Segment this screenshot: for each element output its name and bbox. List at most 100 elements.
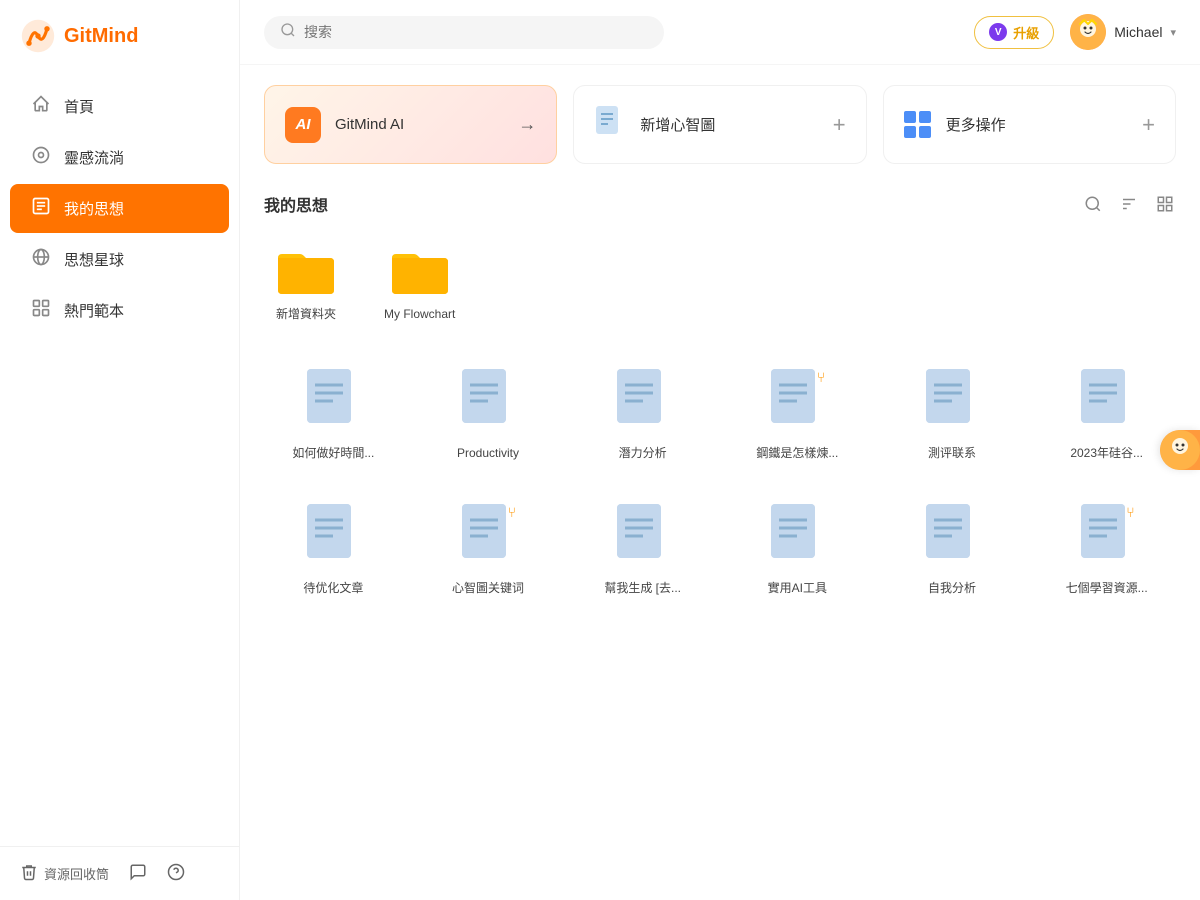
sidebar-item-hot-templates[interactable]: 熱門範本 xyxy=(10,286,229,335)
main-content: V 升級 Michael ▾ xyxy=(240,0,1200,900)
sidebar-item-inspiration-label: 靈感流淌 xyxy=(64,147,124,168)
doc-icon-self-analysis xyxy=(922,502,982,570)
section-actions xyxy=(1082,193,1176,215)
floating-avatar[interactable] xyxy=(1160,430,1200,470)
doc-icon-time-management xyxy=(303,367,363,435)
new-folder-label: 新增資料夾 xyxy=(276,306,336,323)
doc-icon-steel: ⑂ xyxy=(767,367,827,435)
search-input[interactable] xyxy=(304,24,648,40)
trash-button[interactable]: 資源回收筒 xyxy=(20,863,109,884)
file-name-silicon: 2023年硅谷... xyxy=(1070,445,1143,462)
share-badge-learning: ⑂ xyxy=(1126,504,1134,520)
sidebar-item-my-thoughts[interactable]: 我的思想 xyxy=(10,184,229,233)
list-item[interactable]: ⑂ 心智圖关键词 xyxy=(419,494,558,605)
list-item[interactable]: 如何做好時間... xyxy=(264,359,403,470)
ai-card[interactable]: AI GitMind AI → xyxy=(264,85,557,164)
list-item[interactable]: ⑂ 七個學習資源... xyxy=(1037,494,1176,605)
list-item[interactable]: 潛力分析 xyxy=(573,359,712,470)
sidebar-nav: 首頁 靈感流淌 我的思想 xyxy=(0,72,239,846)
my-flowchart-folder-icon xyxy=(390,244,450,296)
list-item[interactable]: 自我分析 xyxy=(883,494,1022,605)
chat-button[interactable] xyxy=(129,863,147,884)
more-operations-plus: + xyxy=(1142,112,1155,138)
list-item[interactable]: 實用AI工具 xyxy=(728,494,867,605)
help-icon xyxy=(167,863,185,884)
logo-text: GitMind xyxy=(64,25,138,48)
logo[interactable]: GitMind xyxy=(0,0,239,72)
ai-icon: AI xyxy=(285,107,321,143)
content-area: AI GitMind AI → 新增心智圖 + xyxy=(240,65,1200,900)
user-menu[interactable]: Michael ▾ xyxy=(1070,14,1176,50)
doc-icon-silicon xyxy=(1077,367,1137,435)
file-name-steel: 鋼鐵是怎樣煉... xyxy=(756,445,838,462)
sort-button[interactable] xyxy=(1118,193,1140,215)
header: V 升級 Michael ▾ xyxy=(240,0,1200,65)
doc-icon-review xyxy=(922,367,982,435)
share-badge-mindmap-kw: ⑂ xyxy=(508,504,516,520)
my-flowchart-folder-item[interactable]: My Flowchart xyxy=(372,236,467,331)
thought-planet-icon xyxy=(30,247,52,272)
file-name-learning-resources: 七個學習資源... xyxy=(1066,580,1148,597)
help-button[interactable] xyxy=(167,863,185,884)
new-mindmap-label: 新增心智圖 xyxy=(640,114,818,135)
upgrade-icon: V xyxy=(989,23,1007,41)
my-thoughts-section: 我的思想 xyxy=(264,192,1176,604)
sidebar: GitMind 首頁 靈感流淌 xyxy=(0,0,240,900)
my-flowchart-folder-label: My Flowchart xyxy=(384,306,455,323)
new-mindmap-doc-icon xyxy=(594,104,626,145)
quick-actions: AI GitMind AI → 新增心智圖 + xyxy=(264,85,1176,164)
file-name-productivity: Productivity xyxy=(457,445,519,462)
list-item[interactable]: 測评联系 xyxy=(883,359,1022,470)
search-files-button[interactable] xyxy=(1082,193,1104,215)
more-operations-grid-icon xyxy=(904,111,932,138)
search-icon xyxy=(280,22,296,43)
inspiration-icon xyxy=(30,145,52,170)
files-grid-row1: 如何做好時間... Productivity xyxy=(264,359,1176,470)
sidebar-bottom: 資源回收筒 xyxy=(0,846,239,900)
avatar-svg xyxy=(1070,14,1106,50)
list-item[interactable]: Productivity xyxy=(419,359,558,470)
section-title: 我的思想 xyxy=(264,192,1082,216)
doc-icon-optimize xyxy=(303,502,363,570)
sidebar-item-inspiration[interactable]: 靈感流淌 xyxy=(10,133,229,182)
file-name-mindmap-kw: 心智圖关键词 xyxy=(452,580,524,597)
more-operations-label: 更多操作 xyxy=(946,114,1128,135)
my-thoughts-icon xyxy=(30,196,52,221)
header-right: V 升級 Michael ▾ xyxy=(974,14,1176,50)
view-toggle-button[interactable] xyxy=(1154,193,1176,215)
sidebar-item-home-label: 首頁 xyxy=(64,96,94,117)
sidebar-item-home[interactable]: 首頁 xyxy=(10,82,229,131)
ai-card-arrow: → xyxy=(518,114,536,135)
trash-icon xyxy=(20,863,38,884)
upgrade-button[interactable]: V 升級 xyxy=(974,16,1054,49)
file-name-ai-tools: 實用AI工具 xyxy=(768,580,827,597)
file-name-self-analysis: 自我分析 xyxy=(928,580,976,597)
doc-icon-mindmap-kw: ⑂ xyxy=(458,502,518,570)
more-operations-card[interactable]: 更多操作 + xyxy=(883,85,1176,164)
chat-icon xyxy=(129,863,147,884)
list-item[interactable]: 2023年硅谷... xyxy=(1037,359,1176,470)
list-item[interactable]: ⑂ 鋼鐵是怎樣煉... xyxy=(728,359,867,470)
user-menu-chevron: ▾ xyxy=(1170,26,1176,39)
sidebar-item-thought-planet[interactable]: 思想星球 xyxy=(10,235,229,284)
list-item[interactable]: 待优化文章 xyxy=(264,494,403,605)
file-name-time-management: 如何做好時間... xyxy=(292,445,374,462)
list-item[interactable]: 幫我生成 [去... xyxy=(573,494,712,605)
share-badge-steel: ⑂ xyxy=(817,369,825,385)
new-mindmap-card[interactable]: 新增心智圖 + xyxy=(573,85,866,164)
doc-icon-learning-resources: ⑂ xyxy=(1077,502,1137,570)
new-folder-item[interactable]: 新增資料夾 xyxy=(264,236,348,331)
floating-avatar-svg xyxy=(1160,430,1200,470)
file-name-review: 測评联系 xyxy=(928,445,976,462)
hot-templates-icon xyxy=(30,298,52,323)
section-header: 我的思想 xyxy=(264,192,1176,216)
search-bar[interactable] xyxy=(264,16,664,49)
upgrade-label: 升級 xyxy=(1013,23,1039,42)
user-name-label: Michael xyxy=(1114,24,1162,40)
sidebar-item-thought-planet-label: 思想星球 xyxy=(64,249,124,270)
files-grid-row2: 待优化文章 ⑂ 心智圖关键词 xyxy=(264,494,1176,605)
user-avatar xyxy=(1070,14,1106,50)
logo-icon xyxy=(20,18,56,54)
folders-row: 新增資料夾 My Flowchart xyxy=(264,236,1176,331)
file-name-ai-generate: 幫我生成 [去... xyxy=(604,580,681,597)
